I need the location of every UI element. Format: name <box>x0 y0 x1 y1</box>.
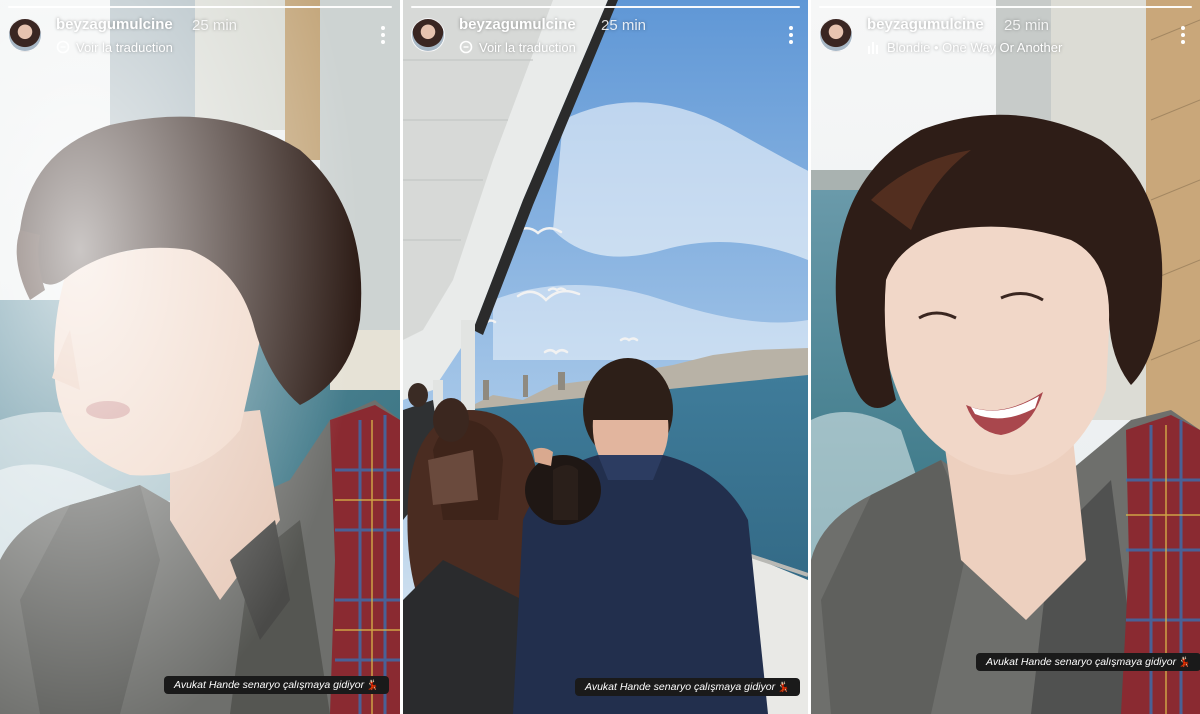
caption-text: Avukat Hande senaryo çalışmaya gidiyor <box>986 656 1177 668</box>
profile-avatar[interactable] <box>411 18 445 52</box>
story-photo-1 <box>0 0 400 714</box>
post-time: 25 min <box>192 17 238 34</box>
story-header: beyzagumulcine 25 min Voir la traduction <box>411 16 800 56</box>
story-header: beyzagumulcine 25 min Blondie • One Way … <box>819 16 1192 56</box>
song-label: Blondie • One Way Or Another <box>887 40 1063 55</box>
story-panel-3[interactable]: beyzagumulcine 25 min Blondie • One Way … <box>811 0 1200 714</box>
story-progress-bar <box>411 6 800 8</box>
caption-text: Avukat Hande senaryo çalışmaya gidiyor <box>585 681 776 693</box>
music-info[interactable]: Blondie • One Way Or Another <box>867 40 1062 55</box>
story-caption: Avukat Hande senaryo çalışmaya gidiyor 💃🏻 <box>575 678 800 696</box>
story-caption: Avukat Hande senaryo çalışmaya gidiyor 💃🏻 <box>164 676 389 694</box>
caption-emoji: 💃🏻 <box>777 682 790 693</box>
story-strip: beyzagumulcine 25 min Voir la traduction… <box>0 0 1200 714</box>
story-panel-2[interactable]: beyzagumulcine 25 min Voir la traduction… <box>403 0 808 714</box>
username[interactable]: beyzagumulcine <box>867 16 984 33</box>
story-panel-1[interactable]: beyzagumulcine 25 min Voir la traduction… <box>0 0 400 714</box>
more-options-icon[interactable] <box>784 24 798 46</box>
post-time: 25 min <box>601 17 647 34</box>
username[interactable]: beyzagumulcine <box>56 16 173 33</box>
music-bars-icon <box>868 42 878 54</box>
story-progress-bar <box>8 6 392 8</box>
username[interactable]: beyzagumulcine <box>459 16 576 33</box>
more-options-icon[interactable] <box>376 24 390 46</box>
story-progress-bar <box>819 6 1192 8</box>
story-photo-3 <box>811 0 1200 714</box>
translate-icon <box>459 40 473 54</box>
more-options-icon[interactable] <box>1176 24 1190 46</box>
story-caption: Avukat Hande senaryo çalışmaya gidiyor 💃🏻 <box>976 653 1200 671</box>
translate-link[interactable]: Voir la traduction <box>56 40 173 55</box>
post-time: 25 min <box>1004 17 1050 34</box>
translate-label: Voir la traduction <box>76 40 173 55</box>
translate-icon <box>56 40 70 54</box>
story-header: beyzagumulcine 25 min Voir la traduction <box>8 16 392 56</box>
translate-label: Voir la traduction <box>479 40 576 55</box>
caption-emoji: 💃🏻 <box>366 680 379 691</box>
profile-avatar[interactable] <box>819 18 853 52</box>
caption-emoji: 💃🏻 <box>1178 657 1191 668</box>
story-photo-2 <box>403 0 808 714</box>
translate-link[interactable]: Voir la traduction <box>459 40 576 55</box>
profile-avatar[interactable] <box>8 18 42 52</box>
caption-text: Avukat Hande senaryo çalışmaya gidiyor <box>174 679 365 691</box>
